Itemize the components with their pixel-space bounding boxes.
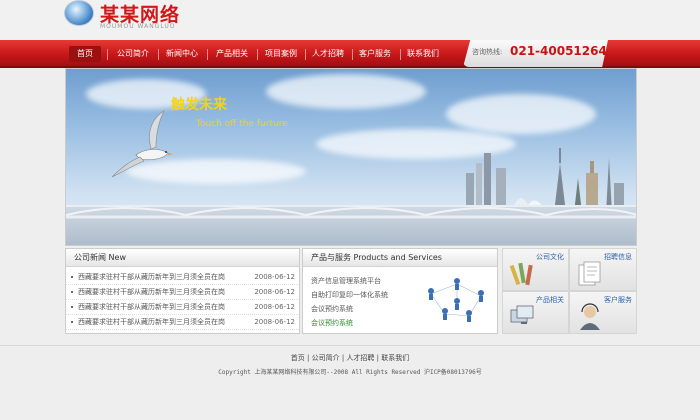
nav-separator	[400, 49, 401, 60]
nav-separator	[158, 49, 159, 60]
footer-links: 首页 | 公司简介 | 人才招聘 | 联系我们	[0, 353, 700, 363]
nav-item-home[interactable]: 首页	[69, 46, 101, 62]
quick-link-label: 产品相关	[536, 296, 564, 304]
nav-separator	[207, 49, 208, 60]
footer-link-contact[interactable]: 联系我们	[381, 354, 409, 362]
hotline-label: 咨询热线:	[472, 48, 503, 56]
bullet-icon	[71, 291, 73, 293]
quick-link-jobs[interactable]: 招聘信息	[569, 248, 637, 291]
footer-link-about[interactable]: 公司简介	[312, 354, 340, 362]
quick-link-culture[interactable]: 公司文化	[502, 248, 569, 291]
product-link[interactable]: 会议预约系统	[311, 304, 353, 314]
monitors-icon	[510, 305, 534, 324]
news-panel-title: 公司新闻 New	[66, 249, 299, 267]
news-item[interactable]: 西藏要求驻村干部从藏历新年到三月须全员在岗 2008-06-12	[66, 285, 299, 300]
seagull-icon	[111, 110, 173, 178]
news-title[interactable]: 西藏要求驻村干部从藏历新年到三月须全员在岗	[78, 273, 225, 281]
nav-item-jobs[interactable]: 人才招聘	[308, 46, 348, 62]
nav-item-service[interactable]: 客户服务	[355, 46, 395, 62]
quick-link-label: 招聘信息	[604, 253, 632, 261]
news-panel: 公司新闻 New 西藏要求驻村干部从藏历新年到三月须全员在岗 2008-06-1…	[65, 248, 300, 334]
copyright: Copyright 上海某某网络科技有限公司--2008 All Rights …	[218, 369, 482, 376]
news-date: 2008-06-12	[254, 273, 295, 281]
nav-separator	[352, 49, 353, 60]
footer-link-jobs[interactable]: 人才招聘	[346, 354, 374, 362]
header: 某某网络 MOUMOU WANGLUO	[0, 0, 700, 40]
news-title[interactable]: 西藏要求驻村干部从藏历新年到三月须全员在岗	[78, 288, 225, 296]
news-title[interactable]: 西藏要求驻村干部从藏历新年到三月须全员在岗	[78, 303, 225, 311]
product-link[interactable]: 资产信息管理系统平台	[311, 276, 381, 286]
support-person-icon	[580, 303, 600, 330]
bullet-icon	[71, 306, 73, 308]
quick-link-products[interactable]: 产品相关	[502, 291, 569, 334]
bullet-icon	[71, 321, 73, 323]
nav-item-cases[interactable]: 项目案例	[261, 46, 301, 62]
nav-separator	[257, 49, 258, 60]
news-item[interactable]: 西藏要求驻村干部从藏历新年到三月须全员在岗 2008-06-12	[66, 300, 299, 315]
pencils-icon	[509, 262, 533, 286]
news-item[interactable]: 西藏要求驻村干部从藏历新年到三月须全员在岗 2008-06-12	[66, 315, 299, 330]
product-link[interactable]: 会议预约系统	[311, 318, 353, 328]
nav-item-about[interactable]: 公司简介	[113, 46, 153, 62]
quick-link-label: 公司文化	[536, 253, 564, 261]
product-link[interactable]: 自助打印复印一体化系统	[311, 290, 388, 300]
banner-title: 触发未来	[171, 97, 227, 113]
bullet-icon	[71, 276, 73, 278]
nav-item-news[interactable]: 新闻中心	[162, 46, 202, 62]
products-panel: 产品与服务 Products and Services 资产信息管理系统平台 自…	[302, 248, 498, 334]
footer-link-home[interactable]: 首页	[291, 354, 305, 362]
nav-separator	[305, 49, 306, 60]
nav-separator	[107, 49, 108, 60]
news-item[interactable]: 西藏要求驻村干部从藏历新年到三月须全员在岗 2008-06-12	[66, 270, 299, 285]
news-date: 2008-06-12	[254, 303, 295, 311]
logo-globe-icon	[64, 0, 94, 26]
hotline-number: 021-40051264	[510, 44, 607, 58]
nav-item-contact[interactable]: 联系我们	[403, 46, 443, 62]
news-date: 2008-06-12	[254, 318, 295, 326]
products-panel-title: 产品与服务 Products and Services	[303, 249, 497, 267]
banner-subtitle: Touch off the furture	[196, 119, 288, 129]
news-date: 2008-06-12	[254, 288, 295, 296]
city-skyline-icon	[466, 148, 624, 213]
quick-link-service[interactable]: 客户服务	[569, 291, 637, 334]
news-title[interactable]: 西藏要求驻村干部从藏历新年到三月须全员在岗	[78, 318, 225, 326]
footer-divider	[0, 345, 700, 346]
documents-icon	[578, 261, 601, 286]
hero-banner[interactable]: 触发未来 Touch off the furture	[65, 68, 637, 246]
logo-subtitle: MOUMOU WANGLUO	[100, 23, 176, 30]
network-people-icon	[428, 278, 484, 322]
bridge-graphic	[66, 205, 636, 245]
nav-item-products[interactable]: 产品相关	[212, 46, 252, 62]
quick-link-label: 客户服务	[604, 296, 632, 304]
